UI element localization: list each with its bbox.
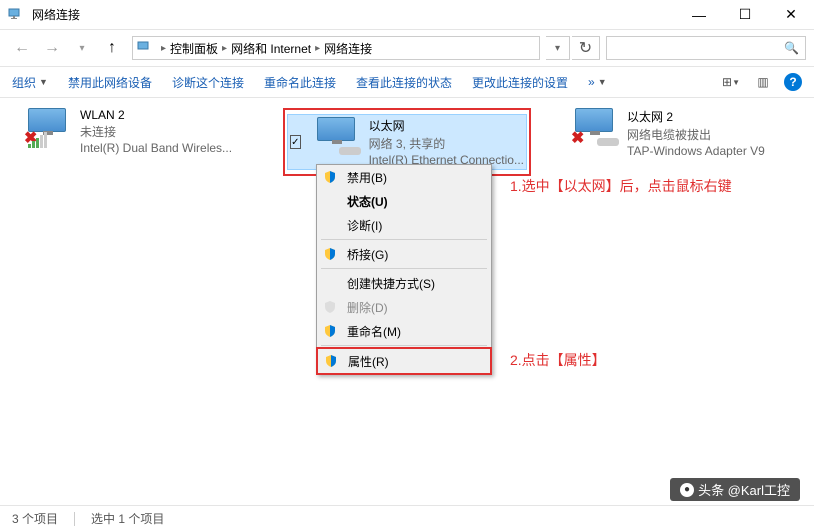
chevron-down-icon: ▼ [39, 77, 48, 87]
search-input[interactable] [613, 41, 784, 55]
separator [74, 512, 75, 526]
adapter-name: 以太网 2 [627, 108, 765, 125]
shield-icon [323, 170, 337, 184]
cable-icon [597, 138, 619, 146]
refresh-button[interactable]: ↻ [572, 36, 600, 60]
recent-dropdown[interactable]: ▾ [68, 34, 96, 62]
back-button[interactable]: ← [8, 34, 36, 62]
chevron-right-icon: ▸ [161, 43, 166, 54]
watermark: ● 头条 @Karl工控 [670, 478, 800, 501]
network-icon [8, 7, 24, 23]
watermark-icon: ● [680, 483, 694, 497]
addressbar: ← → ▾ ↑ ▸ 控制面板 ▸ 网络和 Internet ▸ 网络连接 ▾ ↻… [0, 30, 814, 66]
menu-properties[interactable]: 属性(R) [318, 349, 490, 373]
disconnected-x-icon: ✖ [571, 128, 584, 148]
adapter-name: 以太网 [369, 117, 524, 134]
chevron-right-icon: ▸ [222, 43, 227, 54]
menu-status[interactable]: 状态(U) [317, 189, 491, 213]
chevron-right-icon: ▸ [315, 43, 320, 54]
breadcrumb-item[interactable]: 网络连接 [324, 40, 372, 57]
search-icon: 🔍 [784, 41, 799, 55]
wifi-adapter-icon: ✖ [24, 108, 72, 148]
menu-disable[interactable]: 禁用(B) [317, 165, 491, 189]
annotation-1: 1.选中【以太网】后，点击鼠标右键 [510, 176, 732, 196]
organize-menu[interactable]: 组织▼ [12, 74, 48, 91]
adapter-ethernet2[interactable]: ✖ 以太网 2 网络电缆被拔出 TAP-Windows Adapter V9 [571, 108, 790, 176]
preview-pane-button[interactable]: ▥ [752, 71, 774, 93]
help-button[interactable]: ? [784, 73, 802, 91]
annotation-highlight-properties: 属性(R) [316, 347, 492, 375]
view-options-button[interactable]: ⊞▼ [720, 71, 742, 93]
menu-diagnose[interactable]: 诊断(I) [317, 213, 491, 237]
menu-bridge[interactable]: 桥接(G) [317, 242, 491, 266]
minimize-button[interactable]: — [676, 0, 722, 30]
annotation-2: 2.点击【属性】 [510, 350, 606, 370]
change-settings-button[interactable]: 更改此连接的设置 [472, 74, 568, 91]
toolbar: 组织▼ 禁用此网络设备 诊断这个连接 重命名此连接 查看此连接的状态 更改此连接… [0, 66, 814, 98]
selection-checkbox[interactable]: ✓ [290, 135, 301, 149]
ethernet-adapter-icon: ✖ [571, 108, 619, 148]
titlebar: 网络连接 — ☐ ✕ [0, 0, 814, 30]
menu-separator [321, 268, 487, 269]
menu-delete: 删除(D) [317, 295, 491, 319]
shield-icon [323, 300, 337, 314]
ethernet-adapter-icon [313, 117, 361, 157]
adapter-status: 网络电缆被拔出 [627, 126, 765, 143]
adapter-ethernet[interactable]: ✓ 以太网 网络 3, 共享的 Intel(R) Ethernet Connec… [287, 114, 527, 170]
item-count: 3 个项目 [12, 510, 58, 527]
shield-icon [323, 247, 337, 261]
view-status-button[interactable]: 查看此连接的状态 [356, 74, 452, 91]
adapter-desc: TAP-Windows Adapter V9 [627, 144, 765, 158]
menu-separator [321, 239, 487, 240]
adapter-name: WLAN 2 [80, 108, 232, 122]
close-button[interactable]: ✕ [768, 0, 814, 30]
search-box[interactable]: 🔍 [606, 36, 806, 60]
more-button[interactable]: » ▼ [588, 75, 607, 89]
selected-count: 选中 1 个项目 [91, 510, 164, 527]
network-icon [137, 40, 153, 56]
adapter-wlan2[interactable]: ✖ WLAN 2 未连接 Intel(R) Dual Band Wireles.… [24, 108, 243, 176]
breadcrumb[interactable]: ▸ 控制面板 ▸ 网络和 Internet ▸ 网络连接 [132, 36, 540, 60]
disable-device-button[interactable]: 禁用此网络设备 [68, 74, 152, 91]
adapter-desc: Intel(R) Dual Band Wireles... [80, 141, 232, 155]
breadcrumb-item[interactable]: 控制面板 [170, 40, 218, 57]
statusbar: 3 个项目 选中 1 个项目 [0, 505, 814, 531]
context-menu: 禁用(B) 状态(U) 诊断(I) 桥接(G) 创建快捷方式(S) 删除(D) … [316, 164, 492, 375]
breadcrumb-dropdown[interactable]: ▾ [546, 36, 570, 60]
breadcrumb-item[interactable]: 网络和 Internet [231, 40, 311, 57]
forward-button: → [38, 34, 66, 62]
shield-icon [323, 324, 337, 338]
diagnose-button[interactable]: 诊断这个连接 [172, 74, 244, 91]
adapter-status: 网络 3, 共享的 [369, 135, 524, 152]
up-button[interactable]: ↑ [98, 34, 126, 62]
menu-rename[interactable]: 重命名(M) [317, 319, 491, 343]
shield-icon [324, 354, 338, 368]
menu-create-shortcut[interactable]: 创建快捷方式(S) [317, 271, 491, 295]
window-title: 网络连接 [32, 6, 676, 23]
adapter-status: 未连接 [80, 123, 232, 140]
cable-icon [339, 147, 361, 155]
wifi-signal-icon [28, 132, 47, 148]
maximize-button[interactable]: ☐ [722, 0, 768, 30]
menu-separator [321, 345, 487, 346]
rename-button[interactable]: 重命名此连接 [264, 74, 336, 91]
